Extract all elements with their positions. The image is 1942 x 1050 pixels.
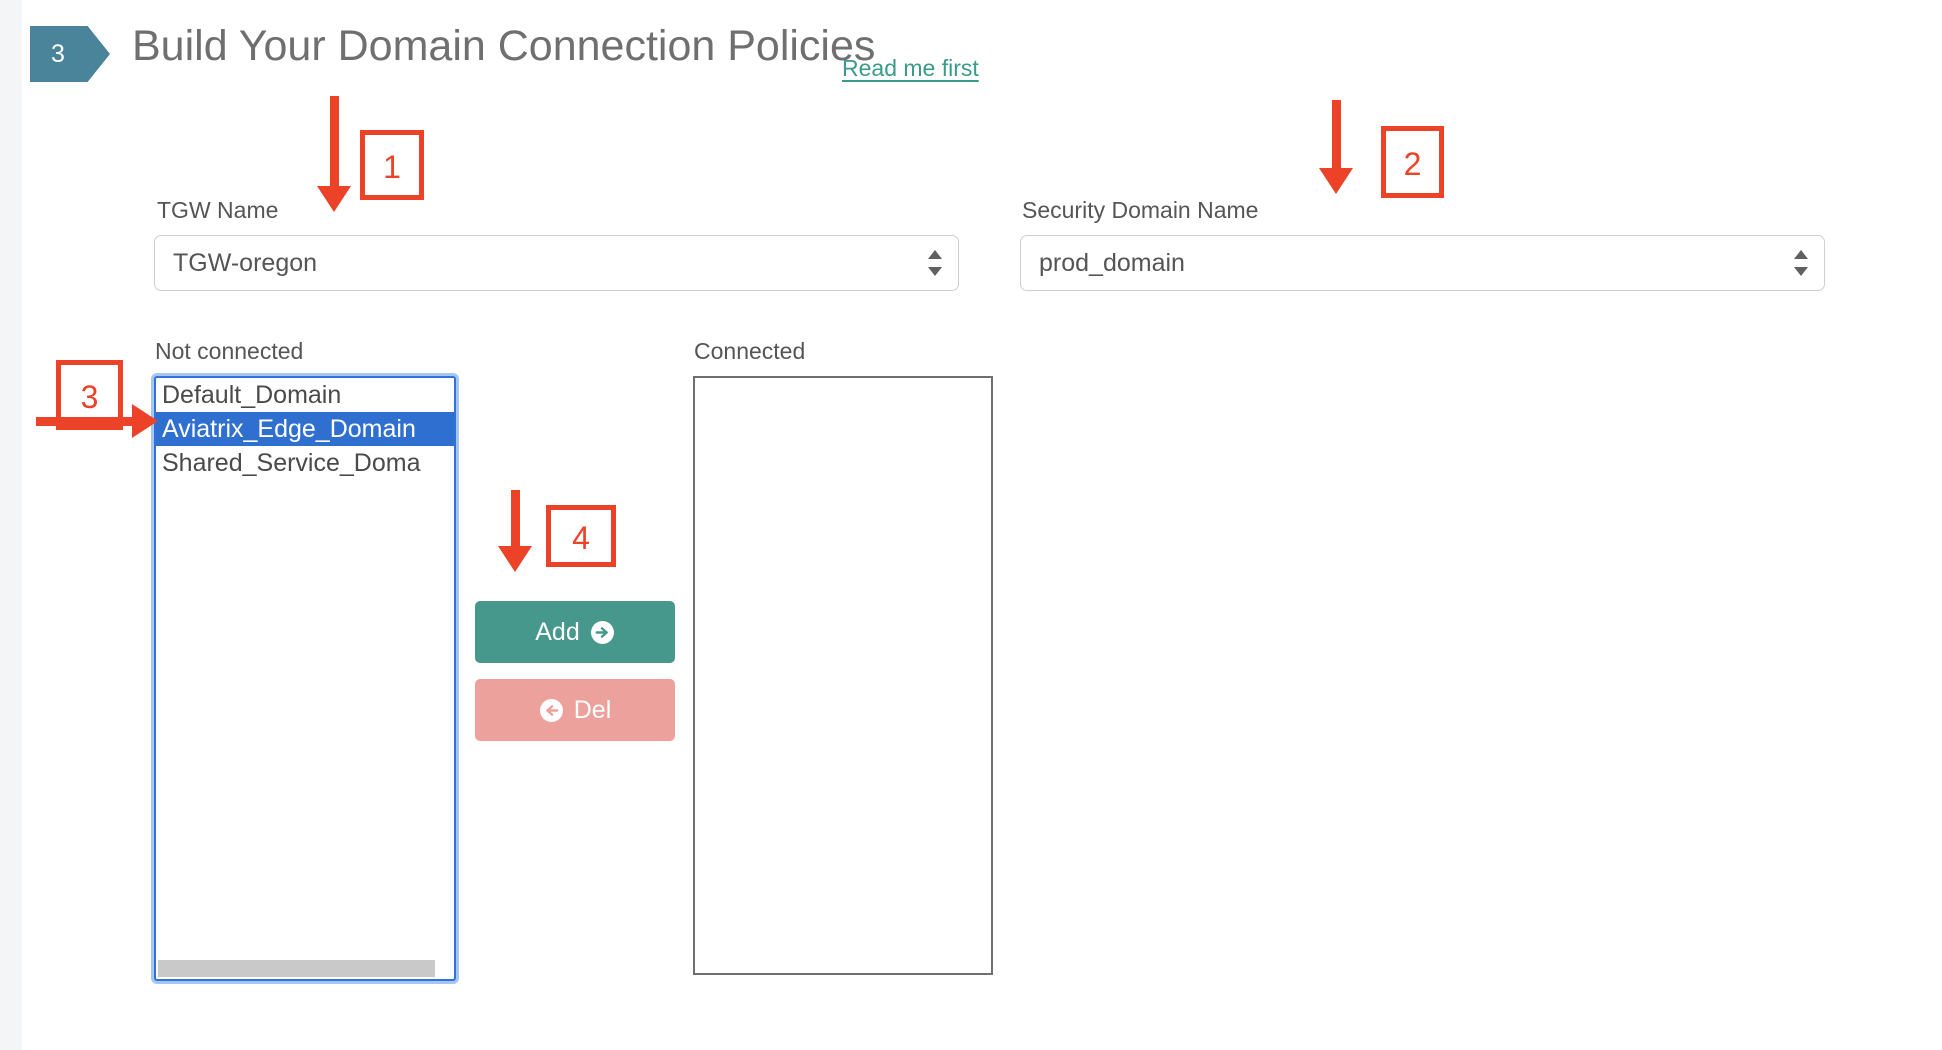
annotation-arrow-down-icon xyxy=(330,96,339,192)
del-button-label: Del xyxy=(573,695,612,724)
not-connected-list[interactable]: Default_Domain Aviatrix_Edge_Domain Shar… xyxy=(154,376,456,981)
select-updown-arrows-icon xyxy=(1794,249,1808,277)
tgw-name-label: TGW Name xyxy=(157,197,279,223)
connected-list[interactable] xyxy=(693,376,993,975)
security-domain-name-select[interactable]: prod_domain xyxy=(1020,235,1825,291)
annotation-label-2: 2 xyxy=(1381,126,1444,198)
select-updown-arrows-icon xyxy=(928,249,942,277)
annotation-arrow-down-icon xyxy=(511,490,520,552)
add-button-label: Add xyxy=(535,617,580,646)
annotation-label-4: 4 xyxy=(546,505,616,567)
annotation-arrow-down-icon xyxy=(1332,100,1341,174)
list-item[interactable]: Shared_Service_Doma xyxy=(156,446,454,480)
annotation-arrow-right-icon xyxy=(36,417,134,426)
page-root: 3 Build Your Domain Connection Policies … xyxy=(0,0,1942,1050)
content-panel: 3 Build Your Domain Connection Policies … xyxy=(22,0,1942,1050)
tgw-name-select-value: TGW-oregon xyxy=(173,249,318,277)
list-item[interactable]: Default_Domain xyxy=(156,378,454,412)
not-connected-label: Not connected xyxy=(155,338,304,364)
horizontal-scrollbar[interactable] xyxy=(158,960,435,977)
tgw-name-select[interactable]: TGW-oregon xyxy=(154,235,959,291)
page-title: Build Your Domain Connection Policies xyxy=(132,22,876,70)
connected-label: Connected xyxy=(694,338,806,364)
list-item[interactable]: Aviatrix_Edge_Domain xyxy=(156,412,454,446)
annotation-arrowhead-icon xyxy=(317,186,351,212)
read-me-first-link[interactable]: Read me first xyxy=(842,55,979,82)
add-button[interactable]: Add xyxy=(475,601,675,663)
del-button[interactable]: Del xyxy=(475,679,675,741)
annotation-label-3: 3 xyxy=(56,360,123,430)
security-domain-name-select-value: prod_domain xyxy=(1039,249,1185,277)
annotation-arrowhead-icon xyxy=(498,546,532,572)
security-domain-name-label: Security Domain Name xyxy=(1022,197,1259,223)
annotation-label-1: 1 xyxy=(360,130,424,200)
step-number-badge: 3 xyxy=(30,26,110,82)
arrow-circle-left-icon xyxy=(539,698,564,723)
arrow-circle-right-icon xyxy=(590,620,615,645)
annotation-arrowhead-icon xyxy=(1319,168,1353,194)
